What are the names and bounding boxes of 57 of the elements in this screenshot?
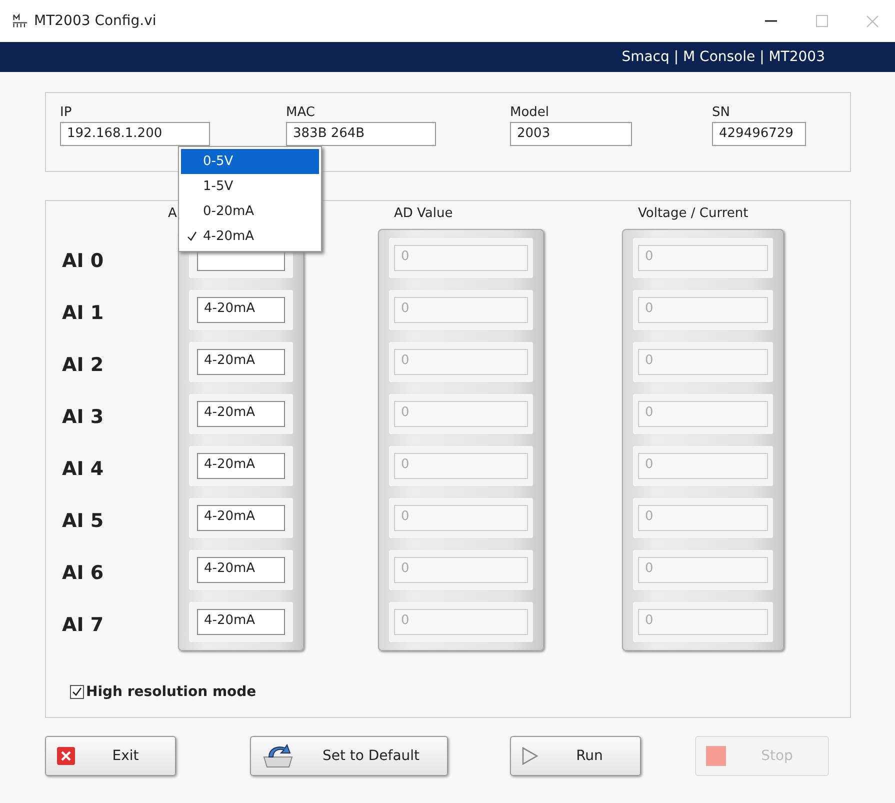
value-field: 0 <box>394 297 528 323</box>
menu-item[interactable]: 0-20mA <box>181 199 319 224</box>
check-icon <box>187 230 197 240</box>
checkbox[interactable] <box>70 685 84 699</box>
range-select[interactable]: 4-20mA <box>197 505 285 531</box>
window-title: MT2003 Config.vi <box>34 13 158 29</box>
channel-label: AI 7 <box>62 613 105 638</box>
exit-button[interactable]: Exit <box>45 736 176 776</box>
column-header: A <box>168 206 177 221</box>
field-label: IP <box>60 105 73 120</box>
value-field: 0 <box>638 453 768 479</box>
value-field: 0 <box>394 609 528 635</box>
range-select[interactable]: 4-20mA <box>197 609 285 635</box>
tray-arrow-icon <box>261 743 295 769</box>
stop-icon <box>706 746 726 766</box>
menu-item[interactable]: 0-5V <box>181 149 319 174</box>
run-button[interactable]: Run <box>510 736 641 776</box>
channel-label: AI 4 <box>62 457 105 482</box>
range-select[interactable]: 4-20mA <box>197 401 285 427</box>
channel-label: AI 6 <box>62 561 105 586</box>
channel-label: AI 1 <box>62 301 105 326</box>
value-field: 0 <box>394 245 528 271</box>
checkbox-label: High resolution mode <box>86 684 256 700</box>
close-icon[interactable] <box>866 14 879 28</box>
field-label: MAC <box>286 105 316 120</box>
value-field: 0 <box>638 609 768 635</box>
banner-text: Smacq | M Console | MT2003 <box>622 49 825 65</box>
value-field: 0 <box>394 453 528 479</box>
value-field: 0 <box>394 505 528 531</box>
channel-label: AI 0 <box>62 249 105 274</box>
menu-item[interactable]: 1-5V <box>181 174 319 199</box>
field-label: SN <box>712 105 731 120</box>
range-select[interactable]: 4-20mA <box>197 557 285 583</box>
close-icon <box>56 746 76 766</box>
range-select[interactable]: 4-20mA <box>197 297 285 323</box>
value-field: 0 <box>638 297 768 323</box>
value-field: 0 <box>638 349 768 375</box>
range-select[interactable]: 4-20mA <box>197 349 285 375</box>
app-icon <box>12 13 28 29</box>
reset-button[interactable]: Set to Default <box>250 736 448 776</box>
play-icon <box>521 747 539 765</box>
channel-label: AI 5 <box>62 509 105 534</box>
value-field: 0 <box>638 557 768 583</box>
column-header: Voltage / Current <box>638 206 748 221</box>
value-field: 0 <box>638 245 768 271</box>
channel-label: AI 3 <box>62 405 105 430</box>
value-field: 0 <box>394 349 528 375</box>
column-header: AD Value <box>394 206 453 221</box>
value-field: 0 <box>638 505 768 531</box>
menu-item[interactable]: 4-20mA <box>181 224 319 249</box>
field-label: Model <box>510 105 550 120</box>
channel-label: AI 2 <box>62 353 105 378</box>
range-select[interactable]: 4-20mA <box>197 453 285 479</box>
value-field: 0 <box>638 401 768 427</box>
value-field: 0 <box>394 401 528 427</box>
maximize-icon[interactable] <box>816 15 828 27</box>
value-field: 0 <box>394 557 528 583</box>
